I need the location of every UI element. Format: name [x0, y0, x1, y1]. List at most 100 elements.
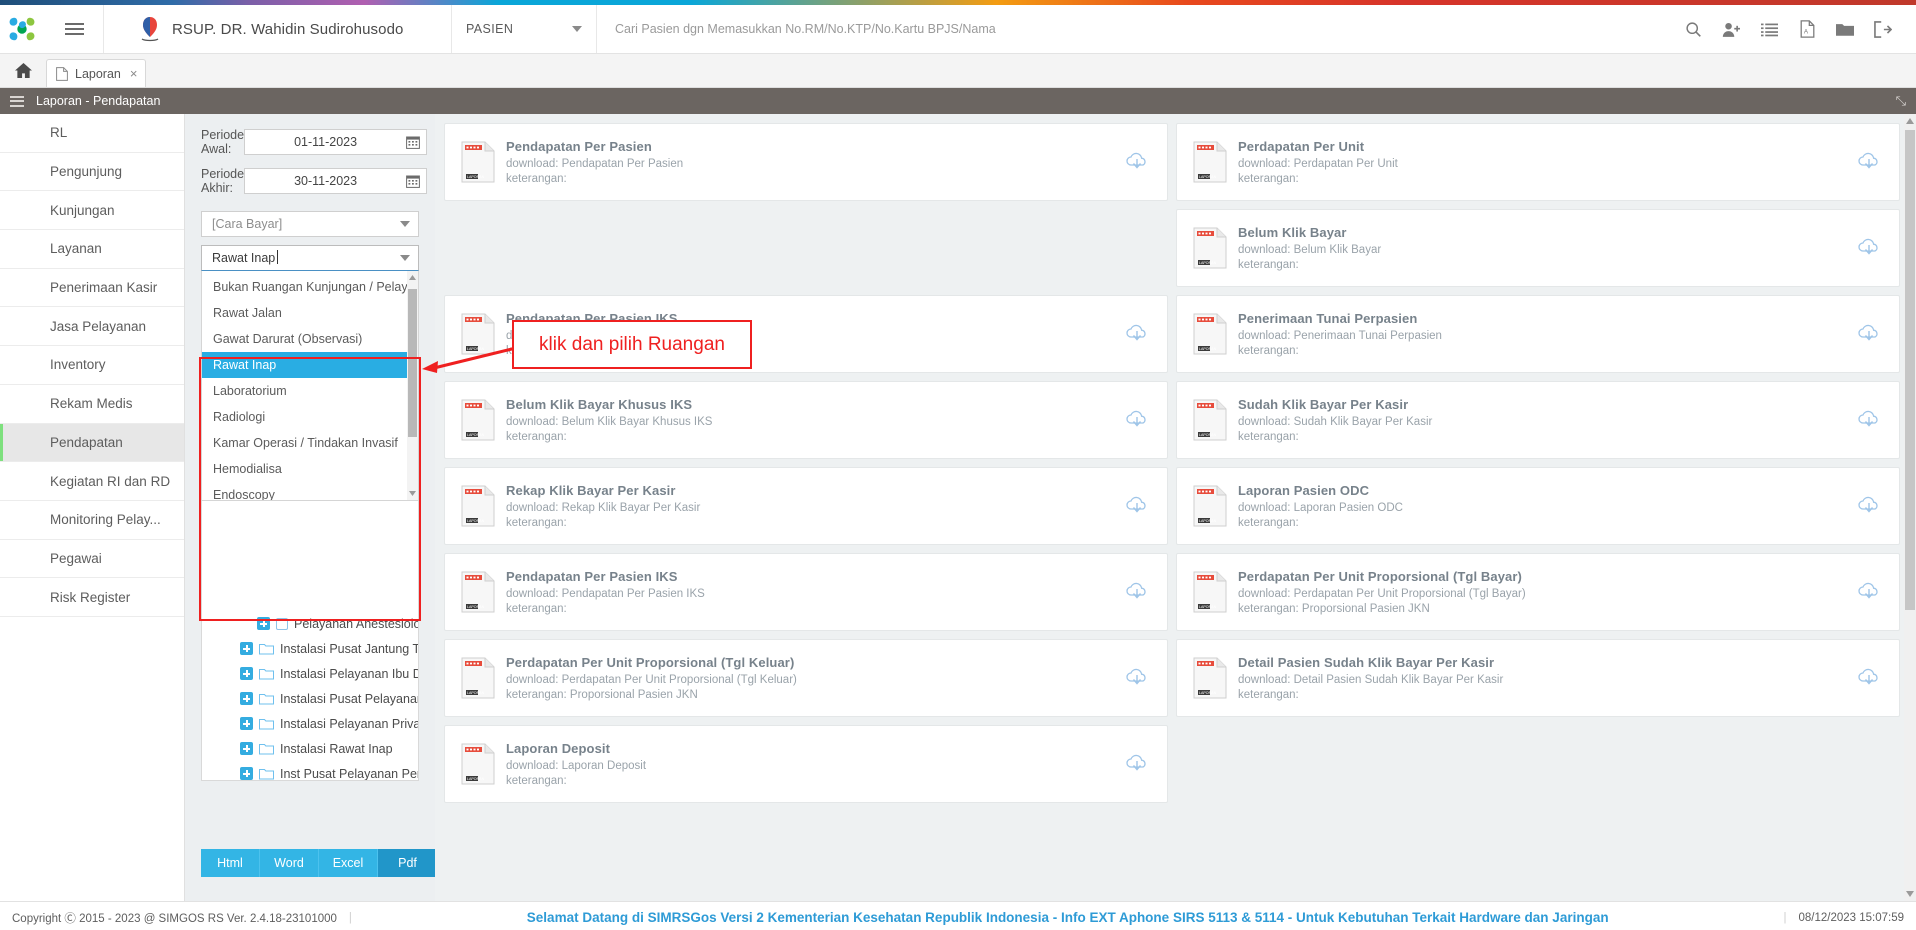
- ruangan-option-selected[interactable]: Rawat Inap: [202, 352, 418, 378]
- periode-akhir-input[interactable]: [245, 174, 407, 188]
- download-icon[interactable]: [1125, 150, 1149, 174]
- download-icon[interactable]: [1857, 150, 1881, 174]
- report-card[interactable]: LAPORAN Perdapatan Per Unit Proporsional…: [1176, 553, 1900, 631]
- tree-row[interactable]: Pelayanan Anestesiologi: [202, 611, 418, 636]
- periode-akhir-field[interactable]: [244, 168, 428, 194]
- home-tab-button[interactable]: [0, 53, 46, 87]
- breadcrumb-menu-icon[interactable]: [10, 93, 24, 109]
- calendar-icon[interactable]: [406, 174, 420, 188]
- download-icon[interactable]: [1857, 666, 1881, 690]
- sidebar-item-pengunjung[interactable]: Pengunjung: [0, 153, 184, 192]
- ruangan-option[interactable]: Rawat Jalan: [202, 300, 418, 326]
- pdf-icon[interactable]: A: [1788, 5, 1826, 54]
- download-icon[interactable]: [1857, 580, 1881, 604]
- download-icon[interactable]: [1125, 408, 1149, 432]
- ruangan-option[interactable]: Bukan Ruangan Kunjungan / Pelayanan: [202, 274, 418, 300]
- main-scrollbar[interactable]: [1904, 114, 1916, 901]
- sidebar-item-rekam-medis[interactable]: Rekam Medis: [0, 385, 184, 424]
- ruangan-option[interactable]: Endoscopy: [202, 482, 418, 500]
- chevron-down-icon[interactable]: [400, 255, 410, 261]
- ruangan-combobox-input[interactable]: Rawat Inap: [201, 245, 419, 271]
- download-icon[interactable]: [1125, 752, 1149, 776]
- report-card[interactable]: LAPORAN Detail Pasien Sudah Klik Bayar P…: [1176, 639, 1900, 717]
- scroll-down-icon[interactable]: [407, 487, 418, 500]
- scroll-up-icon[interactable]: [407, 271, 418, 284]
- expand-plus-icon[interactable]: [240, 767, 253, 780]
- download-icon[interactable]: [1857, 236, 1881, 260]
- periode-awal-input[interactable]: [245, 135, 407, 149]
- expand-plus-icon[interactable]: [257, 617, 270, 630]
- calendar-icon[interactable]: [406, 135, 420, 149]
- sidebar-item-risk-register[interactable]: Risk Register: [0, 578, 184, 617]
- menu-toggle-button[interactable]: [46, 5, 104, 53]
- expand-plus-icon[interactable]: [240, 667, 253, 680]
- app-logo[interactable]: [4, 5, 40, 53]
- export-html-button[interactable]: Html: [201, 849, 260, 877]
- sidebar-item-penerimaan-kasir[interactable]: Penerimaan Kasir: [0, 269, 184, 308]
- report-card[interactable]: LAPORAN Sudah Klik Bayar Per Kasir downl…: [1176, 381, 1900, 459]
- scroll-up-icon[interactable]: [1904, 114, 1916, 128]
- report-card[interactable]: LAPORAN Laporan Deposit download: Lapora…: [444, 725, 1168, 803]
- expand-icon[interactable]: ⤡: [1896, 93, 1906, 109]
- sidebar-item-layanan[interactable]: Layanan: [0, 230, 184, 269]
- sidebar-item-pendapatan[interactable]: Pendapatan: [0, 423, 184, 463]
- ruangan-option[interactable]: Radiologi: [202, 404, 418, 430]
- expand-plus-icon[interactable]: [240, 692, 253, 705]
- export-excel-button[interactable]: Excel: [319, 849, 378, 877]
- tree-row[interactable]: Instalasi Pusat Jantung Terpadu: [202, 636, 418, 661]
- ruangan-option[interactable]: Kamar Operasi / Tindakan Invasif: [202, 430, 418, 456]
- sidebar-item-kunjungan[interactable]: Kunjungan: [0, 191, 184, 231]
- expand-plus-icon[interactable]: [240, 717, 253, 730]
- add-user-icon[interactable]: [1712, 5, 1750, 54]
- download-icon[interactable]: [1125, 322, 1149, 346]
- checkbox-icon[interactable]: [276, 617, 288, 630]
- tree-row[interactable]: Instalasi Pelayanan Ibu Dan A...: [202, 661, 418, 686]
- tree-row[interactable]: Instalasi Pusat Pelayanan Pen...: [202, 686, 418, 711]
- report-card[interactable]: LAPORAN Belum Klik Bayar Khusus IKS down…: [444, 381, 1168, 459]
- report-card[interactable]: LAPORAN Perdapatan Per Unit Proporsional…: [444, 639, 1168, 717]
- expand-plus-icon[interactable]: [240, 742, 253, 755]
- cara-bayar-select[interactable]: [Cara Bayar]: [201, 211, 419, 237]
- report-card[interactable]: LAPORAN Pendapatan Per Pasien download: …: [444, 123, 1168, 201]
- ruangan-options-list[interactable]: Bukan Ruangan Kunjungan / Pelayanan Rawa…: [201, 271, 419, 501]
- sidebar-item-rl[interactable]: RL: [0, 114, 184, 153]
- scroll-down-icon[interactable]: [1904, 887, 1916, 901]
- folder-icon[interactable]: [1826, 5, 1864, 54]
- close-icon[interactable]: ×: [130, 67, 138, 80]
- list-icon[interactable]: [1750, 5, 1788, 54]
- ruangan-combobox[interactable]: Rawat Inap Bukan Ruangan Kunjungan / Pel…: [201, 245, 419, 501]
- download-icon[interactable]: [1125, 580, 1149, 604]
- report-card[interactable]: LAPORAN Perdapatan Per Unit download: Pe…: [1176, 123, 1900, 201]
- report-card[interactable]: LAPORAN Rekap Klik Bayar Per Kasir downl…: [444, 467, 1168, 545]
- module-selector[interactable]: PASIEN: [452, 5, 597, 53]
- ruangan-option[interactable]: Hemodialisa: [202, 456, 418, 482]
- report-card[interactable]: LAPORAN Belum Klik Bayar download: Belum…: [1176, 209, 1900, 287]
- logout-icon[interactable]: [1864, 5, 1902, 54]
- ruangan-option[interactable]: Laboratorium: [202, 378, 418, 404]
- global-search[interactable]: [597, 5, 1674, 53]
- export-word-button[interactable]: Word: [260, 849, 319, 877]
- tree-row[interactable]: Instalasi Rawat Inap: [202, 736, 418, 761]
- tree-row[interactable]: Inst Pusat Pelayanan Penyakit...: [202, 761, 418, 780]
- ruangan-list-scrollbar[interactable]: [407, 271, 418, 500]
- ruangan-option[interactable]: Gawat Darurat (Observasi): [202, 326, 418, 352]
- download-icon[interactable]: [1125, 494, 1149, 518]
- search-input[interactable]: [615, 22, 1674, 36]
- tab-laporan[interactable]: Laporan ×: [46, 59, 147, 87]
- sidebar-item-kegiatan-ri-rd[interactable]: Kegiatan RI dan RD: [0, 462, 184, 501]
- expand-plus-icon[interactable]: [240, 642, 253, 655]
- sidebar-item-pegawai[interactable]: Pegawai: [0, 540, 184, 579]
- download-icon[interactable]: [1857, 408, 1881, 432]
- download-icon[interactable]: [1857, 494, 1881, 518]
- scrollbar-thumb[interactable]: [408, 289, 417, 437]
- export-pdf-button[interactable]: Pdf: [378, 849, 437, 877]
- sidebar-item-inventory[interactable]: Inventory: [0, 346, 184, 385]
- scrollbar-thumb[interactable]: [1905, 130, 1915, 610]
- tree-row[interactable]: Instalasi Pelayanan Private: [202, 711, 418, 736]
- search-icon[interactable]: [1674, 5, 1712, 54]
- report-card[interactable]: LAPORAN Penerimaan Tunai Perpasien downl…: [1176, 295, 1900, 373]
- report-card[interactable]: LAPORAN Laporan Pasien ODC download: Lap…: [1176, 467, 1900, 545]
- sidebar-item-monitoring[interactable]: Monitoring Pelay...: [0, 501, 184, 540]
- sidebar-item-jasa-pelayanan[interactable]: Jasa Pelayanan: [0, 307, 184, 347]
- download-icon[interactable]: [1857, 322, 1881, 346]
